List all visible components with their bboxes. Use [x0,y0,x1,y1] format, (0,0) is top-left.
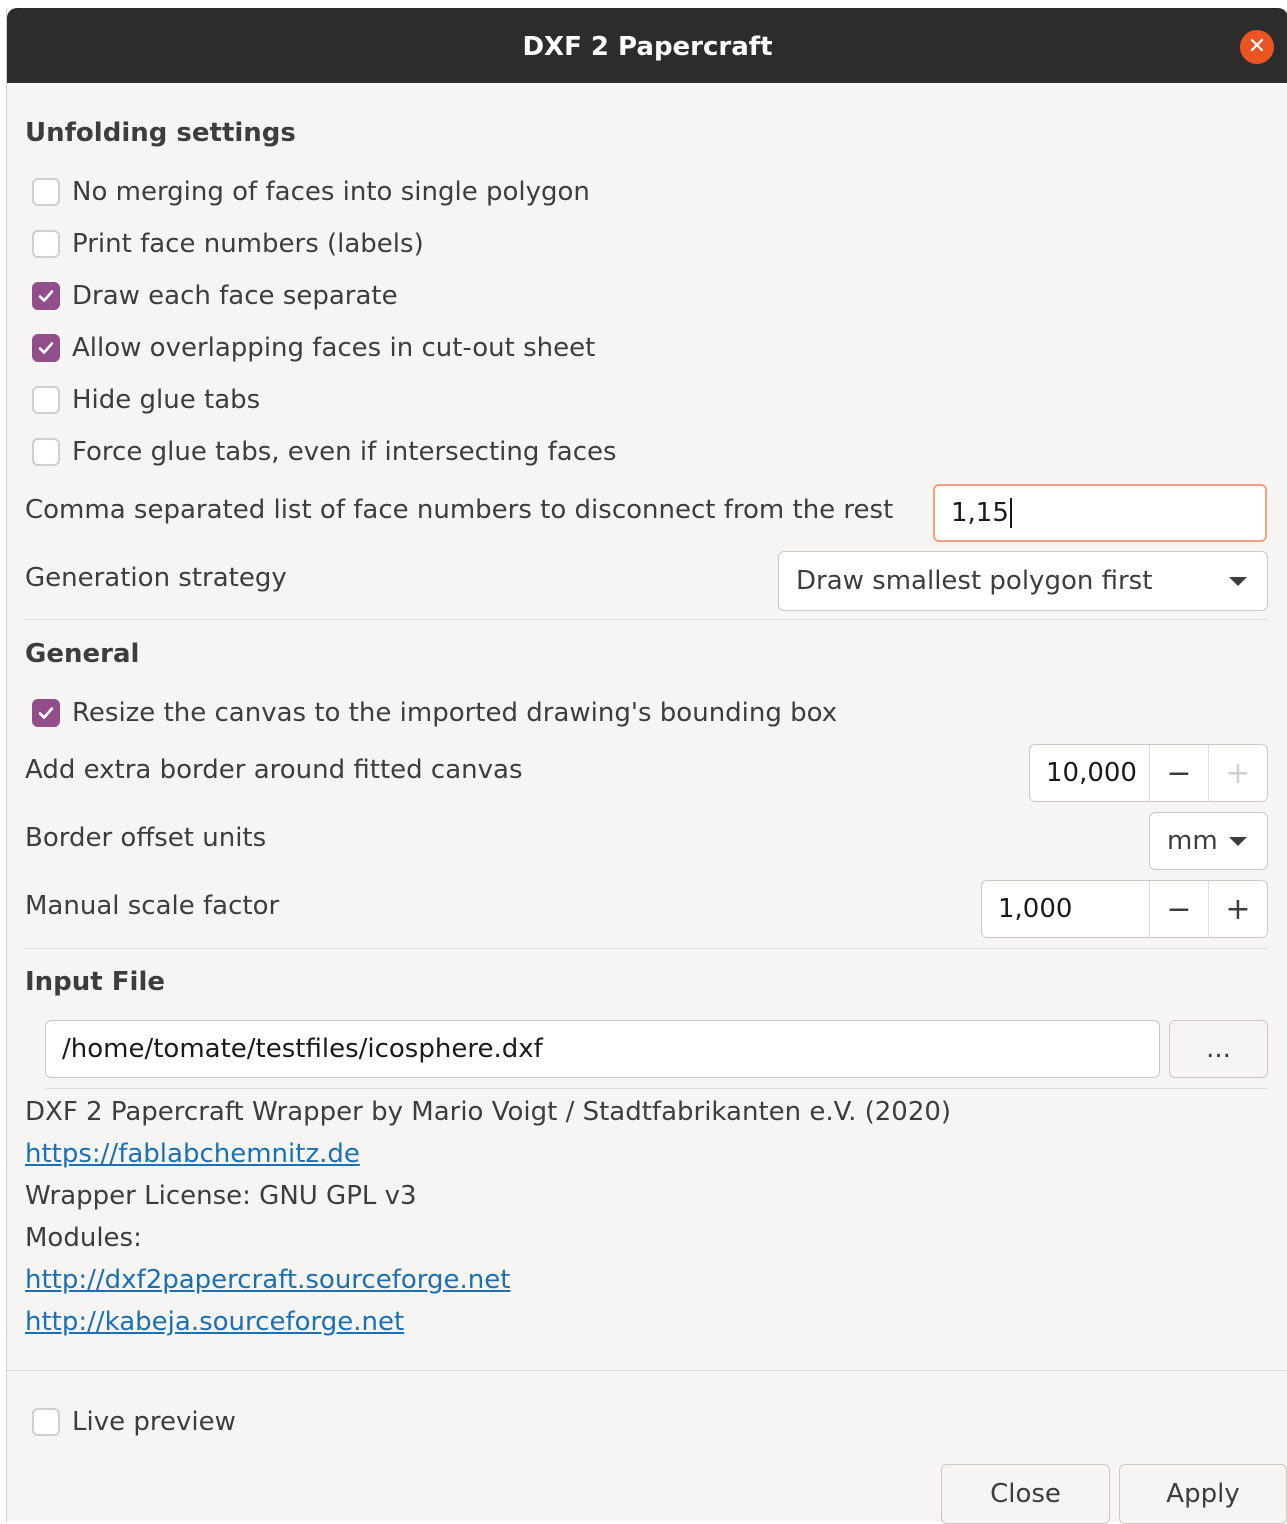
scale-factor-value[interactable]: 1,000 [982,881,1149,937]
generation-strategy-label: Generation strategy [25,563,287,593]
extra-border-value[interactable]: 10,000 [1030,745,1149,801]
text-caret [1009,498,1012,528]
separator [45,1088,1268,1089]
disconnect-faces-label: Comma separated list of face numbers to … [25,495,894,525]
modules-label: Modules: [25,1223,142,1253]
unfolding-option-label: Allow overlapping faces in cut-out sheet [72,333,596,363]
unfolding-option-checkbox[interactable]: No merging of faces into single polygon [32,175,590,209]
separator [25,619,1268,620]
generation-strategy-select[interactable]: Draw smallest polygon first [778,551,1268,611]
border-units-select[interactable]: mm [1149,812,1268,870]
unfolding-option-checkbox[interactable]: Allow overlapping faces in cut-out sheet [32,331,595,365]
checkbox-unchecked-icon [32,1408,60,1436]
apply-button[interactable]: Apply [1119,1464,1287,1524]
input-file-heading: Input File [25,967,166,997]
checkbox-checked-icon [32,282,60,310]
generation-strategy-value: Draw smallest polygon first [796,566,1153,596]
kabeja-link[interactable]: http://kabeja.sourceforge.net [25,1307,404,1337]
resize-canvas-checkbox[interactable]: Resize the canvas to the imported drawin… [32,696,837,730]
scale-factor-spinbutton[interactable]: 1,000 − + [981,880,1268,938]
unfolding-option-label: Print face numbers (labels) [72,229,424,259]
checkbox-checked-icon [32,699,60,727]
unfolding-settings-heading: Unfolding settings [25,118,296,148]
checkbox-unchecked-icon [32,230,60,258]
chevron-down-icon [1229,576,1247,586]
unfolding-option-label: No merging of faces into single polygon [72,177,590,207]
file-path-value: /home/tomate/testfiles/icosphere.dxf [62,1034,543,1064]
extra-border-spinbutton[interactable]: 10,000 − + [1029,744,1268,802]
close-window-icon[interactable]: ✕ [1240,30,1274,64]
separator [7,1370,1287,1371]
unfolding-option-checkbox[interactable]: Print face numbers (labels) [32,227,424,261]
scale-factor-label: Manual scale factor [25,891,280,921]
chevron-down-icon [1229,836,1247,846]
dxf2papercraft-link[interactable]: http://dxf2papercraft.sourceforge.net [25,1265,510,1295]
checkbox-unchecked-icon [32,178,60,206]
scale-factor-decrement-button[interactable]: − [1149,881,1208,937]
unfolding-option-checkbox[interactable]: Draw each face separate [32,279,398,313]
separator [25,948,1268,949]
border-units-value: mm [1167,826,1218,856]
about-text: DXF 2 Papercraft Wrapper by Mario Voigt … [25,1097,952,1127]
unfolding-option-checkbox[interactable]: Force glue tabs, even if intersecting fa… [32,435,617,469]
disconnect-faces-value: 1,15 [951,498,1009,528]
resize-canvas-label: Resize the canvas to the imported drawin… [72,698,838,728]
scale-factor-increment-button[interactable]: + [1208,881,1267,937]
extra-border-decrement-button[interactable]: − [1149,745,1208,801]
license-text: Wrapper License: GNU GPL v3 [25,1181,417,1211]
browse-file-button[interactable]: ... [1169,1020,1268,1078]
close-button[interactable]: Close [941,1464,1110,1524]
title-bar[interactable]: DXF 2 Papercraft ✕ [7,8,1287,83]
border-units-label: Border offset units [25,823,267,853]
window-title: DXF 2 Papercraft [522,32,773,62]
live-preview-label: Live preview [72,1407,236,1437]
extra-border-increment-button[interactable]: + [1208,745,1267,801]
disconnect-faces-input[interactable]: 1,15 [933,484,1267,542]
unfolding-option-checkbox[interactable]: Hide glue tabs [32,383,260,417]
unfolding-option-label: Force glue tabs, even if intersecting fa… [72,437,617,467]
general-heading: General [25,639,140,669]
unfolding-option-label: Hide glue tabs [72,385,261,415]
unfolding-option-label: Draw each face separate [72,281,398,311]
checkbox-unchecked-icon [32,386,60,414]
checkbox-unchecked-icon [32,438,60,466]
extra-border-label: Add extra border around fitted canvas [25,755,523,785]
live-preview-checkbox[interactable]: Live preview [32,1405,236,1439]
fablab-link[interactable]: https://fablabchemnitz.de [25,1139,360,1169]
checkbox-checked-icon [32,334,60,362]
file-path-input[interactable]: /home/tomate/testfiles/icosphere.dxf [45,1020,1160,1078]
